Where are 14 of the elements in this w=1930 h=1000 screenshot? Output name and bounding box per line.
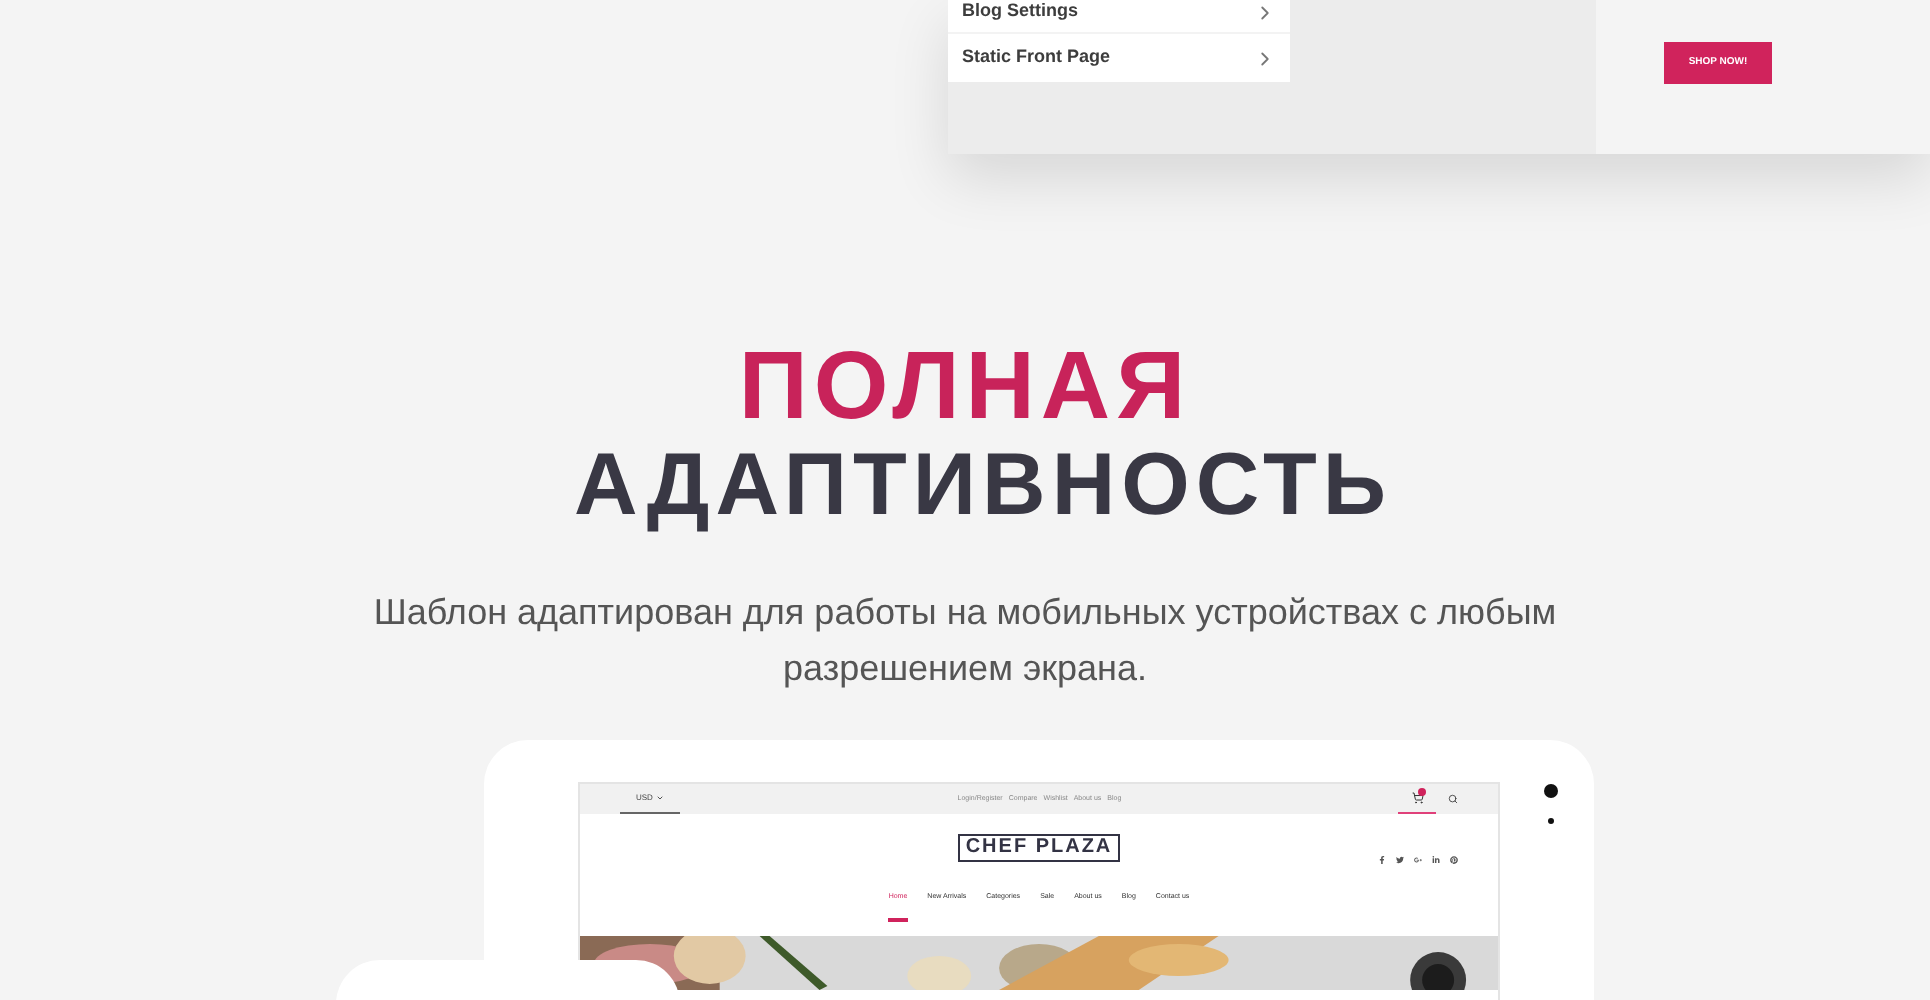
facebook-icon[interactable] [1378, 856, 1386, 864]
linkedin-icon[interactable] [1432, 856, 1440, 864]
google-plus-icon[interactable] [1414, 856, 1422, 864]
menu-item[interactable]: Blog Settings [948, 0, 1290, 32]
search-icon[interactable] [1448, 794, 1458, 804]
logo: CHEF PLAZA [957, 834, 1121, 862]
menu-item[interactable]: Static Front Page [948, 34, 1290, 82]
twitter-icon[interactable] [1396, 856, 1404, 864]
cart-badge [1418, 788, 1426, 796]
heading: АДАПТИВНОСТЬ [573, 440, 1393, 532]
description: Шаблон адаптирован для работы на мобильных устройствах с любым разрешением экрана. [371, 590, 1559, 692]
heading-accent: ПОЛНАЯ [738, 336, 1192, 440]
cart-icon [1411, 792, 1423, 804]
pinterest-icon[interactable] [1450, 856, 1458, 864]
